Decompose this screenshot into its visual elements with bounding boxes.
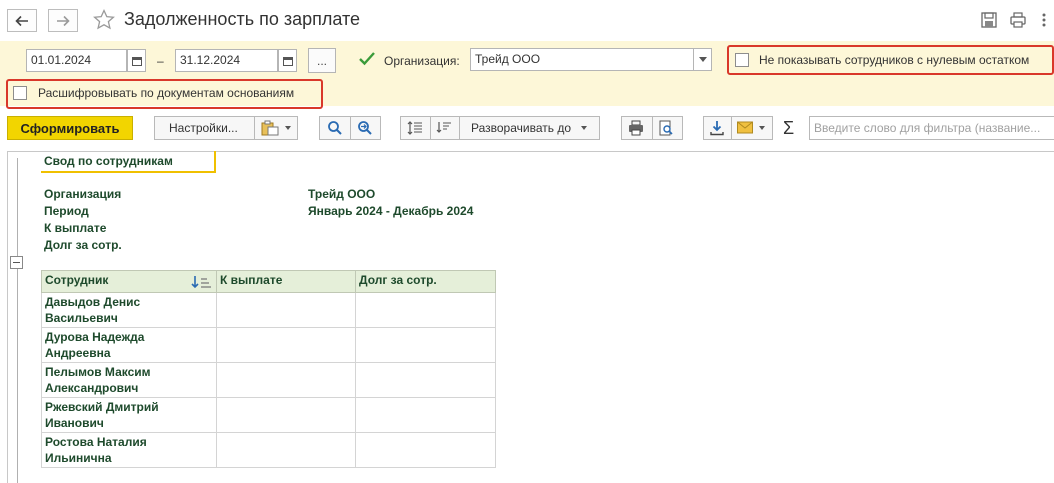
- settings-label: Настройки...: [169, 121, 238, 135]
- sort-ascending-icon[interactable]: [191, 275, 213, 289]
- send-mail-button[interactable]: [737, 121, 765, 134]
- separator: [731, 116, 732, 140]
- employee-name-line: Дурова Надежда: [45, 330, 145, 344]
- date-to-calendar-button[interactable]: [278, 49, 297, 72]
- separator: [459, 116, 460, 140]
- print-icon[interactable]: [1009, 11, 1027, 29]
- star-icon[interactable]: [92, 8, 116, 32]
- employee-name-line: Давыдов Денис: [45, 295, 141, 309]
- decode-documents-checkbox[interactable]: [13, 86, 27, 100]
- report-variants-button[interactable]: [261, 120, 291, 136]
- generate-button[interactable]: Сформировать: [7, 116, 133, 140]
- debt-cell[interactable]: [355, 327, 496, 363]
- employee-name-cell[interactable]: Ржевский Дмитрий Иванович: [41, 397, 217, 433]
- date-from-field[interactable]: 01.01.2024: [26, 49, 127, 72]
- employee-name-line: Александрович: [45, 381, 139, 395]
- organization-dropdown-button[interactable]: [693, 48, 712, 71]
- report-variants-icon: [261, 120, 279, 136]
- table-row[interactable]: Пелымов Максим Александрович: [41, 362, 496, 398]
- separator: [652, 116, 653, 140]
- pay-cell[interactable]: [216, 292, 356, 328]
- employee-name-line: Пелымов Максим: [45, 365, 151, 379]
- employee-name-line: Ростова Наталия: [45, 435, 147, 449]
- print-preview-icon[interactable]: [658, 120, 674, 136]
- date-from-calendar-button[interactable]: [127, 49, 146, 72]
- column-header-pay[interactable]: К выплате: [216, 270, 356, 293]
- download-icon[interactable]: [709, 120, 725, 136]
- report-debt-label: Долг за сотр.: [44, 238, 122, 252]
- table-row[interactable]: Дурова Надежда Андреевна: [41, 327, 496, 363]
- page-title: Задолженность по зарплате: [124, 9, 361, 29]
- calendar-icon: [131, 56, 142, 66]
- table-row[interactable]: Ростова Наталия Ильинична: [41, 432, 496, 468]
- employee-name-cell[interactable]: Дурова Надежда Андреевна: [41, 327, 217, 363]
- report-period-label: Период: [44, 204, 89, 218]
- pay-cell[interactable]: [216, 397, 356, 433]
- separator: [254, 116, 255, 140]
- organization-label: Организация:: [384, 54, 460, 68]
- expand-to-label: Разворачивать до: [471, 121, 572, 135]
- collapse-all-icon[interactable]: [436, 120, 452, 136]
- period-select-button[interactable]: ...: [308, 48, 336, 73]
- separator: [430, 116, 431, 140]
- report-header[interactable]: Свод по сотрудникам: [41, 151, 216, 173]
- back-button[interactable]: [7, 9, 37, 32]
- employees-table: Сотрудник К выплате Долг за сотр. Давыдо…: [41, 270, 496, 468]
- table-header-row: Сотрудник К выплате Долг за сотр.: [41, 270, 496, 293]
- expand-all-icon[interactable]: [407, 120, 423, 136]
- employee-name-line: Ильинична: [45, 451, 112, 465]
- column-header-employee[interactable]: Сотрудник: [41, 270, 217, 293]
- debt-cell[interactable]: [355, 397, 496, 433]
- search-icon[interactable]: [327, 120, 343, 136]
- employee-name-line: Ржевский Дмитрий: [45, 400, 159, 414]
- employee-name-cell[interactable]: Давыдов Денис Васильевич: [41, 292, 217, 328]
- forward-arrow-icon: [57, 15, 70, 26]
- debt-cell[interactable]: [355, 292, 496, 328]
- pay-cell[interactable]: [216, 362, 356, 398]
- employee-name-cell[interactable]: Пелымов Максим Александрович: [41, 362, 217, 398]
- hide-zero-checkbox[interactable]: [735, 53, 749, 67]
- column-header-label: Сотрудник: [45, 273, 109, 287]
- decode-documents-label: Расшифровывать по документам основаниям: [38, 86, 295, 100]
- group-bracket-line: [17, 158, 18, 483]
- report-org-value: Трейд ООО: [308, 187, 376, 201]
- mail-icon: [737, 121, 753, 134]
- employee-name-line: Андреевна: [45, 346, 111, 360]
- save-icon[interactable]: [980, 11, 998, 29]
- debt-cell[interactable]: [355, 362, 496, 398]
- table-row[interactable]: Ржевский Дмитрий Иванович: [41, 397, 496, 433]
- forward-button[interactable]: [48, 9, 78, 32]
- back-arrow-icon: [15, 15, 28, 26]
- employee-name-line: Васильевич: [45, 311, 118, 325]
- more-vertical-icon[interactable]: [1038, 11, 1050, 29]
- print-icon[interactable]: [628, 120, 644, 136]
- report-pay-label: К выплате: [44, 221, 107, 235]
- search-next-icon[interactable]: [357, 120, 373, 136]
- collapse-group-toggle[interactable]: [10, 256, 23, 269]
- employee-name-line: Иванович: [45, 416, 104, 430]
- expand-to-dropdown[interactable]: Разворачивать до: [471, 121, 588, 135]
- report-frame-left: [7, 151, 8, 483]
- filter-search-input[interactable]: Введите слово для фильтра (название...: [809, 116, 1054, 140]
- pay-cell[interactable]: [216, 327, 356, 363]
- report-period-value: Январь 2024 - Декабрь 2024: [308, 204, 474, 218]
- calendar-icon: [282, 56, 293, 66]
- report-org-label: Организация: [44, 187, 122, 201]
- employee-name-cell[interactable]: Ростова Наталия Ильинична: [41, 432, 217, 468]
- debt-cell[interactable]: [355, 432, 496, 468]
- date-to-field[interactable]: 31.12.2024: [175, 49, 278, 72]
- chevron-down-icon: [698, 57, 707, 62]
- hide-zero-label: Не показывать сотрудников с нулевым оста…: [759, 53, 1030, 67]
- column-header-debt[interactable]: Долг за сотр.: [355, 270, 496, 293]
- separator: [350, 116, 351, 140]
- organization-checkbox[interactable]: [357, 50, 377, 68]
- sum-icon[interactable]: Σ: [783, 118, 794, 139]
- table-row[interactable]: Давыдов Денис Васильевич: [41, 292, 496, 328]
- pay-cell[interactable]: [216, 432, 356, 468]
- organization-field[interactable]: Трейд ООО: [470, 48, 694, 71]
- date-range-separator: –: [157, 54, 164, 68]
